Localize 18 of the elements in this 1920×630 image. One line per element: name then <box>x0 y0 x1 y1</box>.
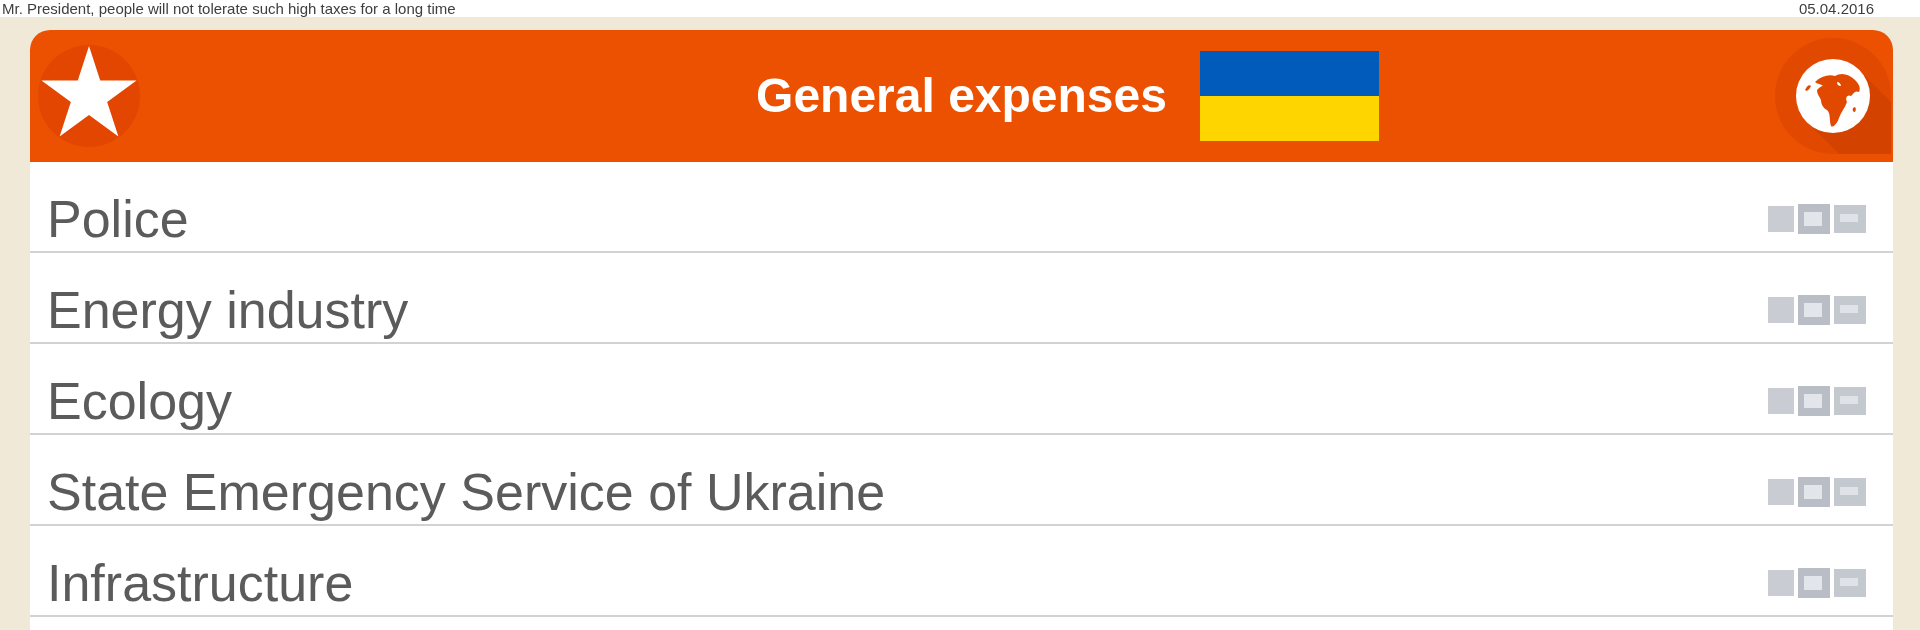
expense-row[interactable]: Infrastructure <box>30 526 1893 617</box>
expense-row[interactable]: Ecology <box>30 344 1893 435</box>
blurred-value-icon <box>1768 385 1866 416</box>
expense-row[interactable]: Energy industry <box>30 253 1893 344</box>
language-button[interactable] <box>1775 38 1891 154</box>
expense-label: Police <box>47 192 189 245</box>
blurred-value-icon <box>1768 567 1866 598</box>
header-title: General expenses <box>756 72 1167 120</box>
blurred-value-icon <box>1768 294 1866 325</box>
expense-label: Infrastructure <box>47 556 354 609</box>
news-ticker-text: Mr. President, people will not tolerate such high taxes for a long time <box>2 0 456 17</box>
expense-row[interactable]: Police <box>30 162 1893 253</box>
flag-icon <box>1199 51 1379 141</box>
expense-row[interactable]: State Emergency Service of Ukraine <box>30 435 1893 526</box>
blurred-value-icon <box>1768 476 1866 507</box>
favorites-button[interactable] <box>38 45 140 147</box>
news-date: 05.04.2016 <box>1798 0 1874 17</box>
blurred-value-icon <box>1768 203 1866 234</box>
